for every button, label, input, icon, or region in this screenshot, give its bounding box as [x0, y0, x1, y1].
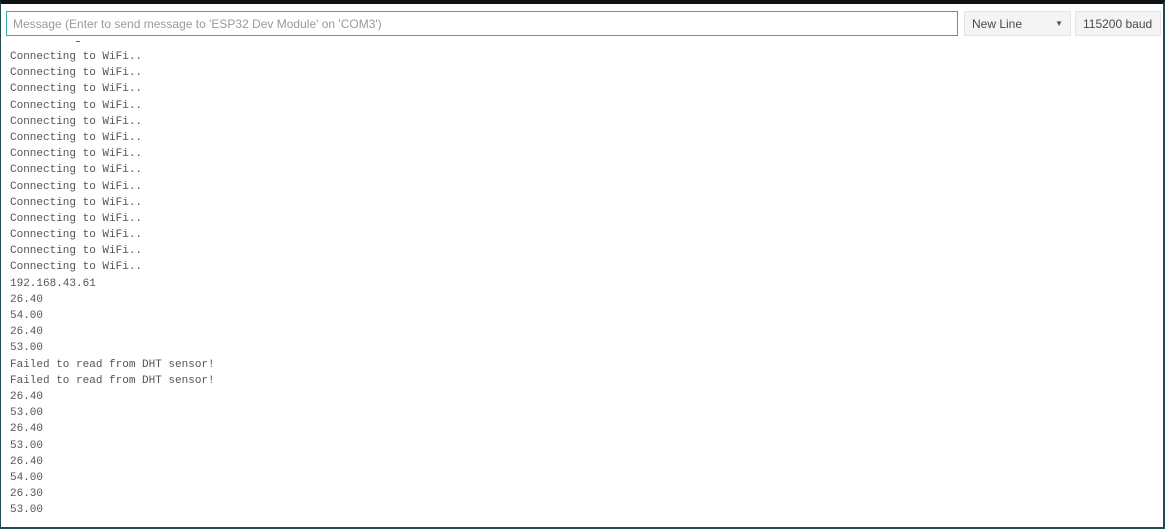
- serial-output-line: Connecting to WiFi..: [10, 212, 143, 225]
- chevron-down-icon: ▼: [1055, 19, 1063, 28]
- serial-output-line: Connecting to WiFi..: [10, 245, 143, 258]
- serial-output-line: Connecting to WiFi..: [10, 115, 143, 128]
- serial-monitor-window: New Line ▼ 115200 baud Connecting to WiF…: [0, 0, 1165, 529]
- serial-output-line: Connecting to WiFi..: [10, 67, 143, 80]
- serial-output-line: 26.40: [10, 293, 44, 306]
- serial-output-line: Connecting to WiFi..: [10, 99, 143, 112]
- serial-output-line: Connecting to WiFi..: [10, 131, 143, 144]
- serial-output-area[interactable]: Connecting to WiFi.. Connecting to WiFi..…: [10, 40, 1150, 526]
- line-ending-select[interactable]: New Line ▼: [964, 11, 1071, 36]
- serial-output-line: 53.00: [10, 504, 44, 517]
- line-ending-value: New Line: [972, 17, 1023, 31]
- serial-output-line: Connecting to WiFi..: [10, 148, 143, 161]
- serial-output-line: 26.30: [10, 488, 44, 501]
- serial-output-line: 54.00: [10, 471, 44, 484]
- serial-output-line: 26.40: [10, 326, 44, 339]
- message-input[interactable]: [6, 11, 958, 36]
- serial-output-line: Connecting to WiFi..: [10, 51, 143, 63]
- serial-output-line: 26.40: [10, 390, 44, 403]
- clipped-text-fragment: [76, 41, 80, 42]
- serial-output-line: 26.40: [10, 423, 44, 436]
- serial-output-line: Failed to read from DHT sensor!: [10, 374, 215, 387]
- serial-output-line: Connecting to WiFi..: [10, 229, 143, 242]
- serial-output-line: Connecting to WiFi..: [10, 83, 143, 96]
- partial-line: [10, 40, 1150, 49]
- serial-output-line: 53.00: [10, 407, 44, 420]
- serial-output-line: 53.00: [10, 342, 44, 355]
- serial-output-line: 54.00: [10, 310, 44, 322]
- serial-output-line: Failed to read from DHT sensor!: [10, 358, 215, 371]
- serial-output-line: 53.00: [10, 439, 44, 452]
- baud-rate-select[interactable]: 115200 baud: [1075, 11, 1161, 36]
- baud-rate-value: 115200 baud: [1083, 17, 1153, 31]
- serial-output-line: Connecting to WiFi..: [10, 180, 143, 193]
- serial-output-line: 192.168.43.61: [10, 277, 96, 290]
- serial-output-line: Connecting to WiFi..: [10, 261, 143, 274]
- serial-output-line: Connecting to WiFi..: [10, 196, 143, 209]
- serial-toolbar: New Line ▼ 115200 baud: [1, 11, 1163, 40]
- serial-output-line: Connecting to WiFi..: [10, 164, 143, 177]
- serial-output-line: 26.40: [10, 455, 44, 468]
